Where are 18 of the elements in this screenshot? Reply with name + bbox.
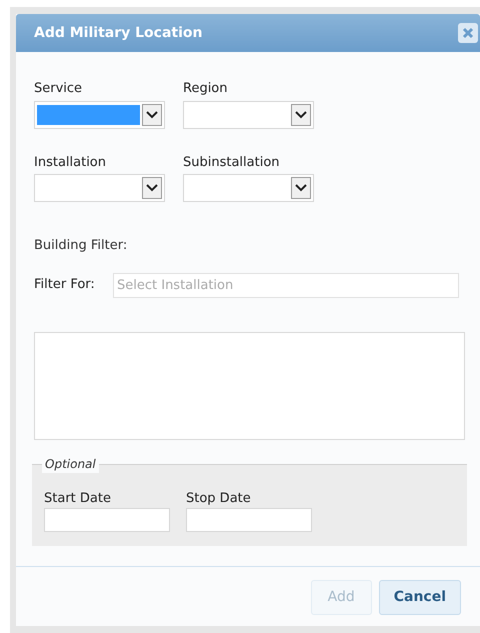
dialog-title: Add Military Location xyxy=(34,24,202,42)
field-label: Subinstallation xyxy=(183,154,281,172)
section-label: Building Filter: xyxy=(34,237,128,255)
field-label: Filter For: xyxy=(34,276,96,294)
filter-input[interactable]: Select Installation xyxy=(113,272,459,298)
chevron-down-icon[interactable] xyxy=(142,104,162,126)
date-input[interactable] xyxy=(186,508,312,532)
dialog-button[interactable]: Cancel xyxy=(378,580,461,614)
chevron-down-icon[interactable] xyxy=(291,177,311,199)
field-label: Start Date xyxy=(44,490,112,508)
field-label: Service xyxy=(34,80,84,98)
chevron-down-icon[interactable] xyxy=(142,177,162,199)
date-input[interactable] xyxy=(44,508,170,532)
close-icon[interactable] xyxy=(458,23,478,43)
field-label: Region xyxy=(183,80,229,98)
field-label: Installation xyxy=(34,154,108,172)
chevron-down-icon[interactable] xyxy=(291,104,311,126)
field-label: Stop Date xyxy=(186,490,252,508)
